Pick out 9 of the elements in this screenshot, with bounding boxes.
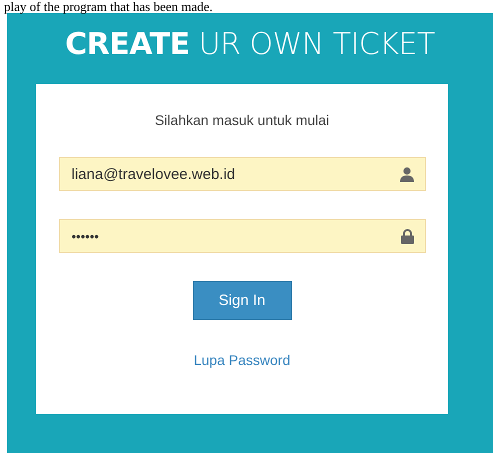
user-icon (400, 166, 414, 182)
prompt-text: Silahkan masuk untuk mulai (154, 112, 330, 128)
lock-icon (400, 228, 414, 244)
app-title: CREATE UR OWN TICKET (65, 27, 435, 62)
forgot-password-link[interactable]: Lupa Password (194, 352, 290, 368)
sign-in-button[interactable]: Sign In (192, 281, 292, 320)
input-field[interactable]: liana@travelovee.web.id (58, 157, 426, 191)
input-field[interactable]: •••••• (58, 219, 426, 253)
caption-text: play of the program that has been made. (3, 0, 214, 13)
